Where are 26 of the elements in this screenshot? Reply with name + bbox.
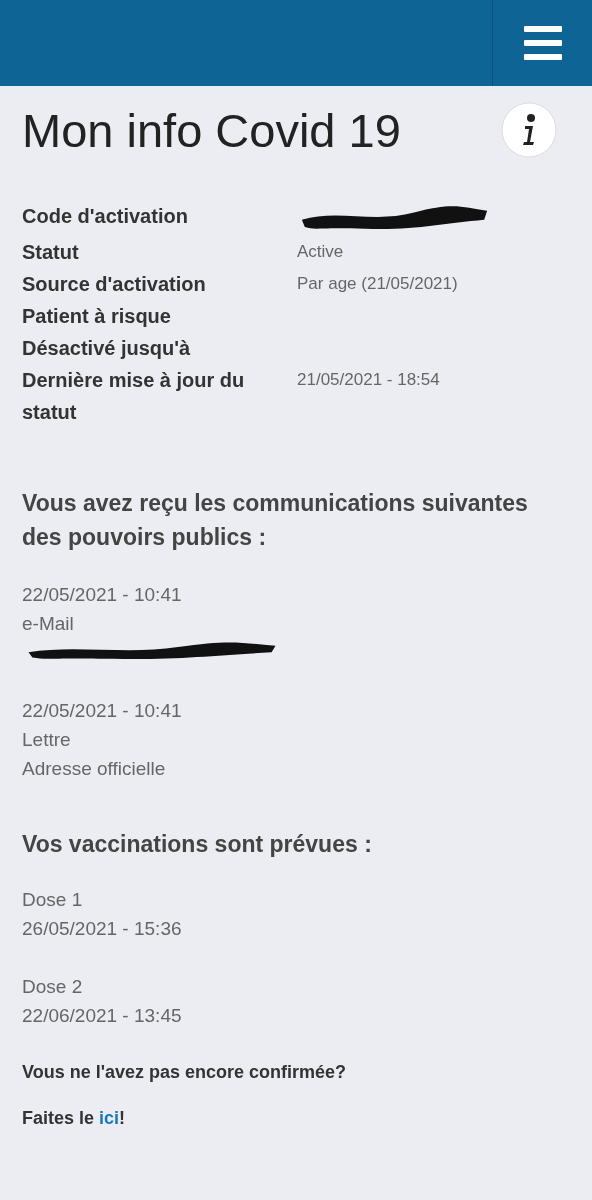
channel-text: e-Mail	[22, 612, 75, 636]
confirm-question: Vous ne l'avez pas encore confirmée?	[22, 1061, 348, 1084]
dose-name: Dose 1	[22, 888, 84, 912]
confirm-link[interactable]: ici	[99, 1108, 120, 1128]
field-label: Code d'activation	[22, 204, 189, 229]
date-text: 22/05/2021 - 10:41	[22, 699, 183, 723]
channel-text: Lettre	[22, 728, 72, 752]
field-value: Active	[297, 241, 344, 263]
date-text: 22/05/2021 - 10:41	[22, 583, 183, 607]
dose-date: 26/05/2021 - 15:36	[22, 917, 183, 941]
field-label: Patient à risque	[22, 304, 172, 329]
dose-name: Dose 2	[22, 975, 84, 999]
field-value: Par age (21/05/2021)	[297, 273, 458, 295]
field-label: Source d'activation	[22, 272, 207, 297]
field-label: Dernière mise à jour du statut	[22, 368, 246, 425]
section-heading: Vous avez reçu les communications suivantes des pouvoirs publics :	[22, 489, 529, 552]
field-label: Désactivé jusqu'à	[22, 336, 192, 361]
menu-icon[interactable]	[523, 26, 562, 60]
page-title: Mon info Covid 19	[22, 103, 401, 159]
dose-date: 22/06/2021 - 13:45	[22, 1004, 183, 1028]
section-heading: Vos vaccinations sont prévues :	[22, 830, 373, 859]
address-text: Adresse officielle	[22, 757, 167, 781]
confirm-text: Faites le ici!	[22, 1107, 127, 1130]
field-value: 21/05/2021 - 18:54	[297, 369, 440, 391]
info-icon[interactable]	[501, 102, 557, 158]
field-label: Statut	[22, 240, 80, 265]
